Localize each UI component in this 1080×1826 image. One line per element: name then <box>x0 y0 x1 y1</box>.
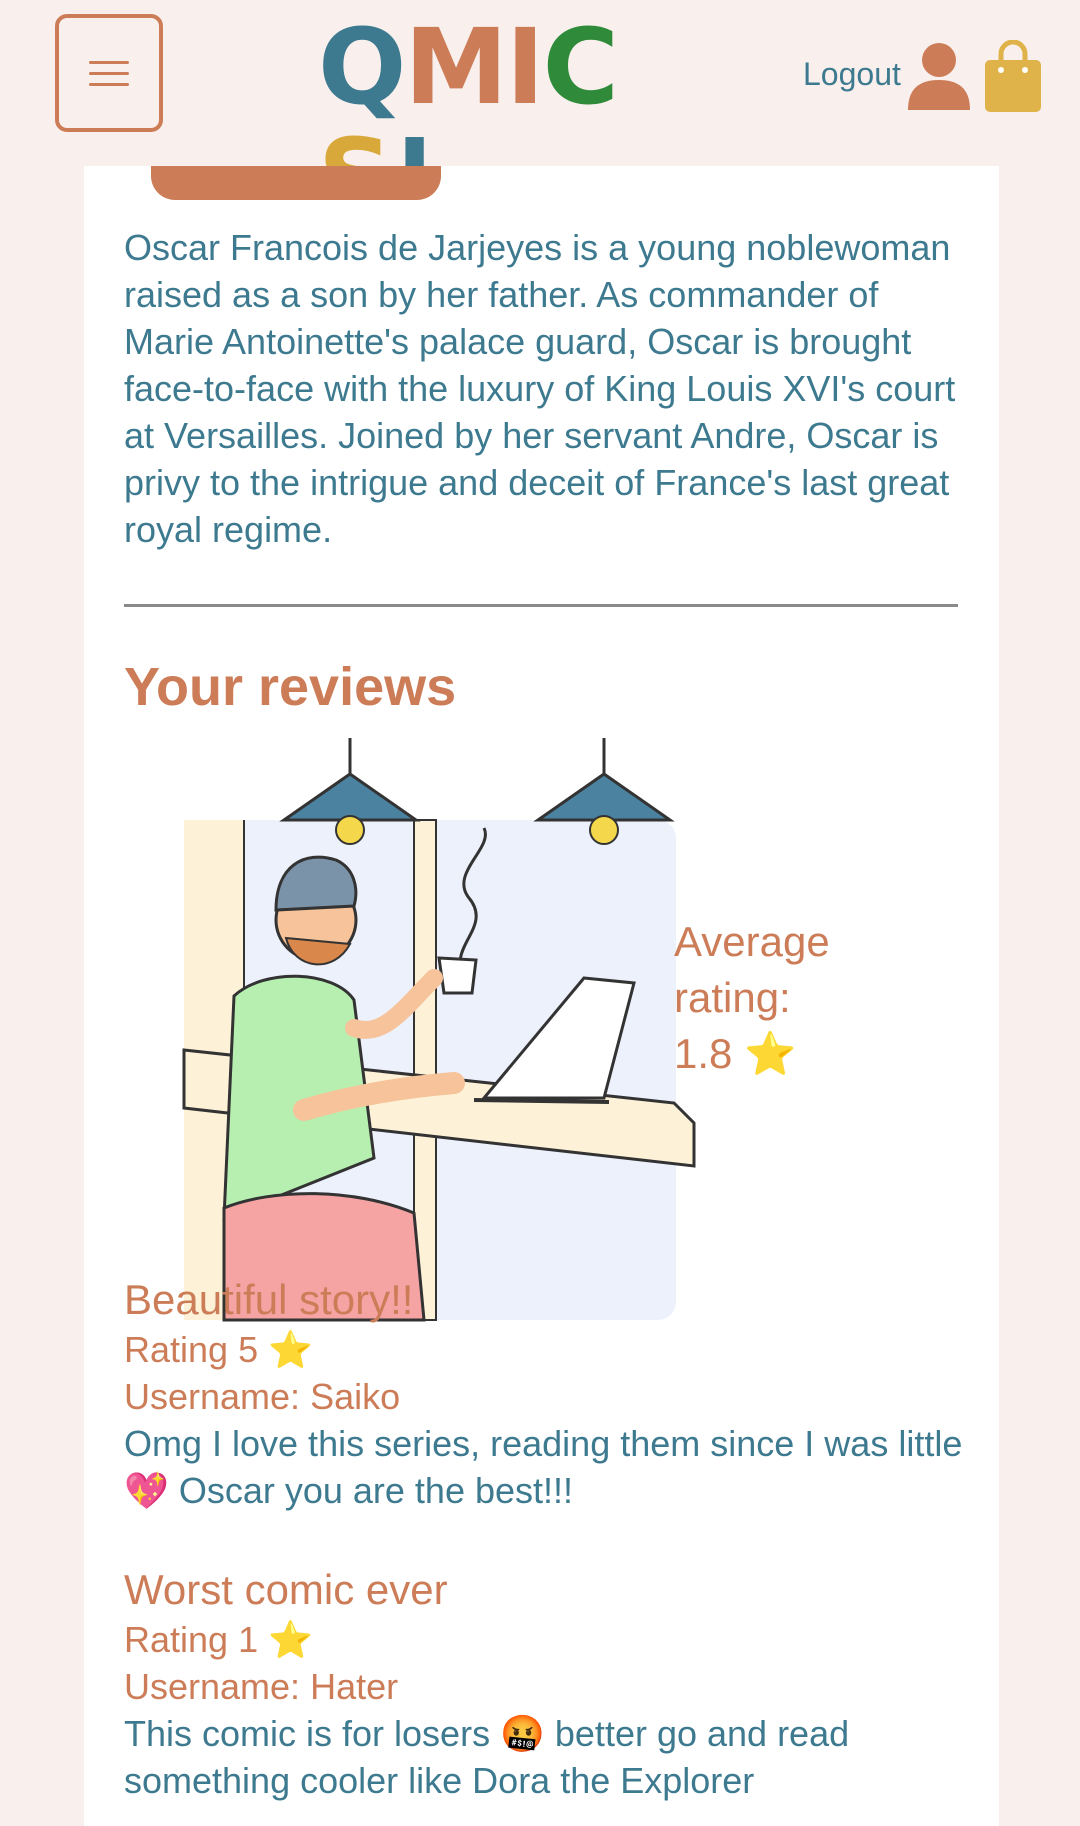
logo[interactable]: QMICS! <box>318 6 678 232</box>
average-rating-label: Average rating: <box>674 918 830 1021</box>
review-body: This comic is for losers 🤬 better go and… <box>124 1713 850 1801</box>
divider <box>124 604 958 607</box>
logo-letter: Q <box>318 6 406 128</box>
action-button[interactable] <box>151 166 441 200</box>
user-icon[interactable] <box>906 42 972 110</box>
menu-icon-bar <box>89 82 129 86</box>
review-item: Worst comic ever Rating 1 ⭐ Username: Ha… <box>124 1564 964 1804</box>
review-rating: Rating 5 ⭐ <box>124 1329 313 1370</box>
logo-letter: C <box>542 6 619 128</box>
logo-letter: I <box>505 6 545 128</box>
comic-description: Oscar Francois de Jarjeyes is a young no… <box>124 227 956 550</box>
average-rating-value: 1.8 ⭐ <box>674 1030 797 1077</box>
review-username: Username: Hater <box>124 1666 399 1707</box>
menu-icon-bar <box>89 60 129 64</box>
logout-link[interactable]: Logout <box>803 56 901 93</box>
review-item: Beautiful story!! Rating 5 ⭐ Username: S… <box>124 1274 964 1514</box>
menu-icon-bar <box>89 71 129 75</box>
logo-letter: M <box>404 6 507 128</box>
review-title: Worst comic ever <box>124 1566 448 1613</box>
comic-detail-card: Oscar Francois de Jarjeyes is a young no… <box>84 166 999 1826</box>
header: QMICS! Logout <box>0 0 1080 232</box>
reviews-section-title: Your reviews <box>124 657 457 717</box>
menu-button[interactable] <box>55 14 163 132</box>
review-title: Beautiful story!! <box>124 1276 414 1323</box>
average-rating: Average rating: 1.8 ⭐ <box>674 914 894 1082</box>
shopping-bag-icon[interactable] <box>984 40 1042 112</box>
review-body: Omg I love this series, reading them sin… <box>124 1423 963 1511</box>
review-username: Username: Saiko <box>124 1376 401 1417</box>
review-rating: Rating 1 ⭐ <box>124 1619 313 1660</box>
